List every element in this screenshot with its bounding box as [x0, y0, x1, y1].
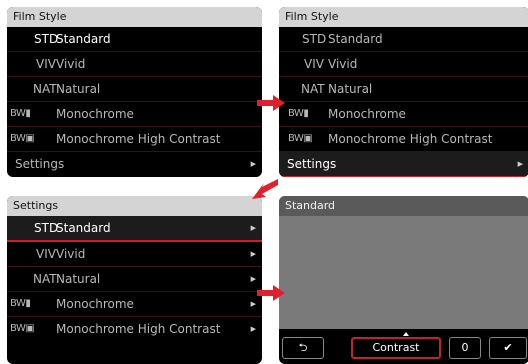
menu-item-standard[interactable]: STD Standard	[7, 27, 262, 52]
chevron-right-icon: ▶	[250, 275, 256, 283]
std-abbr: STD	[302, 32, 327, 46]
menu-item-vivid[interactable]: VIV Vivid	[279, 52, 528, 77]
std-abbr: STD	[34, 32, 59, 46]
menu-item-vivid[interactable]: VIV Vivid ▶	[7, 242, 262, 267]
contrast-button[interactable]: Contrast	[351, 337, 441, 359]
menu-item-monochrome[interactable]: BW▮ Monochrome	[7, 102, 262, 127]
viv-abbr: VIV	[304, 57, 324, 71]
menu-item-label: Natural	[56, 272, 101, 286]
red-arrow-icon	[257, 95, 285, 111]
menu-item-label: Standard	[56, 221, 111, 235]
menu-item-label: Monochrome	[56, 107, 134, 121]
check-icon: ✔	[503, 341, 513, 354]
menu-item-standard[interactable]: STD Standard ▶	[7, 216, 262, 242]
film-style-screen-1: Film Style STD Standard VIV Vivid NAT Na…	[7, 7, 262, 177]
settings-screen: Settings STD Standard ▶ VIV Vivid ▶ NAT …	[7, 196, 262, 364]
value-field[interactable]: 0	[449, 337, 481, 359]
chevron-right-icon: ▶	[517, 160, 523, 168]
menu-item-label: Vivid	[328, 57, 358, 71]
preview-area	[279, 216, 528, 329]
menu-item-natural[interactable]: NAT Natural	[279, 77, 528, 102]
menu-item-label: Monochrome High Contrast	[56, 132, 221, 146]
menu-item-label: Monochrome High Contrast	[56, 322, 221, 336]
bw-hc-abbr: BW▣	[10, 323, 35, 334]
viv-abbr: VIV	[36, 57, 56, 71]
menu-item-label: Vivid	[56, 247, 86, 261]
bw-hc-abbr: BW▣	[288, 133, 313, 144]
chevron-right-icon: ▶	[250, 300, 256, 308]
film-style-screen-2: Film Style STD Standard VIV Vivid NAT Na…	[279, 7, 528, 177]
standard-adjust-screen: Standard ⮌ Contrast 0 ✔	[279, 196, 528, 364]
viv-abbr: VIV	[36, 247, 56, 261]
menu-item-natural[interactable]: NAT Natural	[7, 77, 262, 102]
screen-title: Film Style	[279, 7, 528, 27]
bw-abbr: BW▮	[10, 298, 31, 309]
menu-item-label: Vivid	[56, 57, 86, 71]
menu-item-monochrome[interactable]: BW▮ Monochrome	[279, 102, 528, 127]
nat-abbr: NAT	[301, 82, 325, 96]
menu-item-settings[interactable]: Settings ▶	[279, 152, 528, 177]
menu-item-natural[interactable]: NAT Natural ▶	[7, 267, 262, 292]
menu-item-monochrome-hc[interactable]: BW▣ Monochrome High Contrast	[7, 127, 262, 152]
back-icon: ⮌	[298, 341, 308, 354]
bw-abbr: BW▮	[288, 108, 309, 119]
chevron-right-icon: ▶	[250, 325, 256, 333]
menu-item-label: Monochrome	[56, 297, 134, 311]
nat-abbr: NAT	[33, 82, 57, 96]
menu-item-label: Settings	[287, 157, 337, 171]
bw-abbr: BW▮	[10, 108, 31, 119]
screen-title: Standard	[279, 196, 528, 216]
screen-title: Settings	[7, 196, 262, 216]
menu-item-label: Natural	[56, 82, 101, 96]
screen-title: Film Style	[7, 7, 262, 27]
back-button[interactable]: ⮌	[282, 337, 324, 359]
menu-item-label: Monochrome High Contrast	[328, 132, 493, 146]
chevron-right-icon: ▶	[250, 224, 256, 232]
menu-item-standard[interactable]: STD Standard	[279, 27, 528, 52]
menu-item-settings[interactable]: Settings ▶	[7, 152, 262, 176]
menu-item-monochrome-hc[interactable]: BW▣ Monochrome High Contrast	[279, 127, 528, 152]
nat-abbr: NAT	[33, 272, 57, 286]
value-text: 0	[461, 341, 469, 354]
red-arrow-icon	[252, 179, 278, 199]
confirm-button[interactable]: ✔	[489, 337, 527, 359]
menu-item-label: Standard	[328, 32, 383, 46]
menu-item-label: Natural	[328, 82, 373, 96]
menu-item-monochrome-hc[interactable]: BW▣ Monochrome High Contrast ▶	[7, 317, 262, 341]
menu-item-label: Monochrome	[328, 107, 406, 121]
contrast-label: Contrast	[372, 341, 420, 354]
red-arrow-icon	[257, 285, 285, 301]
chevron-right-icon: ▶	[250, 160, 256, 168]
menu-item-label: Standard	[56, 32, 111, 46]
chevron-right-icon: ▶	[250, 250, 256, 258]
menu-item-monochrome[interactable]: BW▮ Monochrome ▶	[7, 292, 262, 317]
menu-item-label: Settings	[15, 157, 65, 171]
bw-hc-abbr: BW▣	[10, 133, 35, 144]
menu-item-vivid[interactable]: VIV Vivid	[7, 52, 262, 77]
std-abbr: STD	[34, 221, 59, 235]
triangle-up-icon	[403, 332, 409, 336]
